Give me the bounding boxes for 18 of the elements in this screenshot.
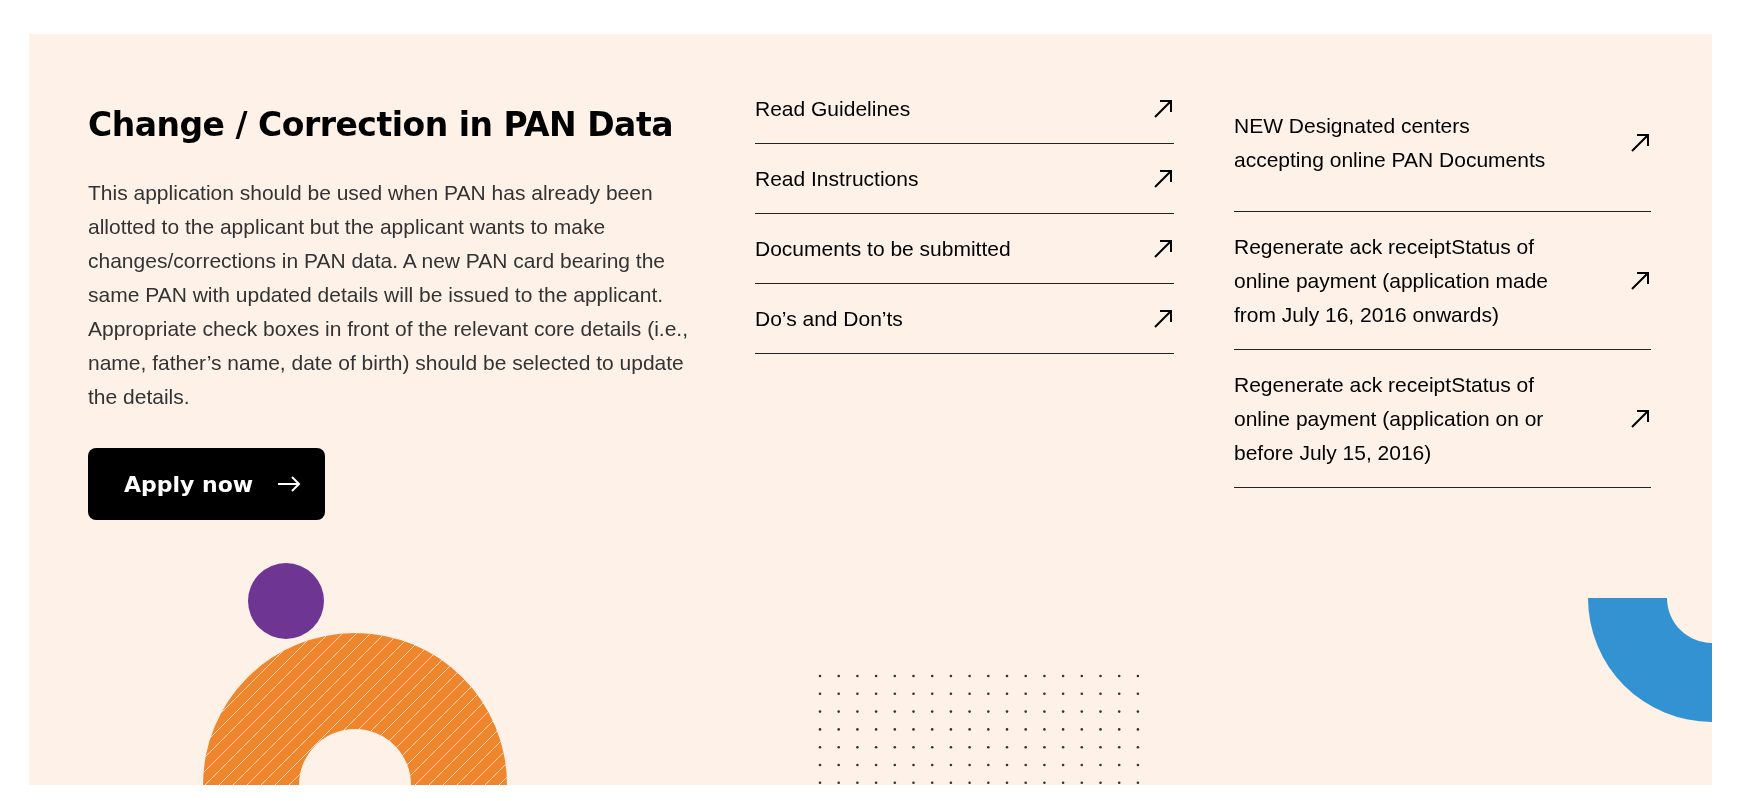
link-item[interactable]: Read Guidelines — [755, 74, 1174, 144]
arrow-up-right-icon — [1154, 309, 1172, 328]
arrow-up-right-icon — [1154, 169, 1172, 188]
apply-button[interactable]: Apply now — [88, 448, 326, 520]
arrow-up-right-icon — [1631, 133, 1649, 152]
link-item[interactable]: Regenerate ack receiptStatus of online payment (application made from July 16, 2016 onwards) — [1234, 212, 1651, 350]
arrow-up-right-icon — [1631, 409, 1649, 428]
link-item[interactable]: Do’s and Don’ts — [755, 284, 1174, 354]
arrow-up-right-icon — [1154, 239, 1172, 258]
link-item[interactable]: Documents to be submitted — [755, 214, 1174, 284]
description-text: This application should be used when PAN has already been allotted to the applicant but the applicant wants to make changes/corrections in PAN data. A new PAN card bearing the same PAN with updated details will be issued to the applicant. Appropriate check boxes in front of the relevant core details (i.e., name, father’s name, date of birth) should be selected to update the details. — [88, 180, 689, 410]
link-item[interactable]: Read Instructions — [755, 144, 1174, 214]
section-title: Change / Correction in PAN Data — [88, 105, 674, 144]
arrow-up-right-icon — [1154, 99, 1172, 118]
link-item[interactable]: Regenerate ack receiptStatus of online payment (application on or before July 15, 2016) — [1234, 350, 1651, 488]
link-item[interactable]: NEW Designated centers accepting online PAN Documents — [1234, 74, 1651, 212]
arrow-up-right-icon — [1631, 271, 1649, 290]
arrow-right-icon — [277, 476, 302, 492]
